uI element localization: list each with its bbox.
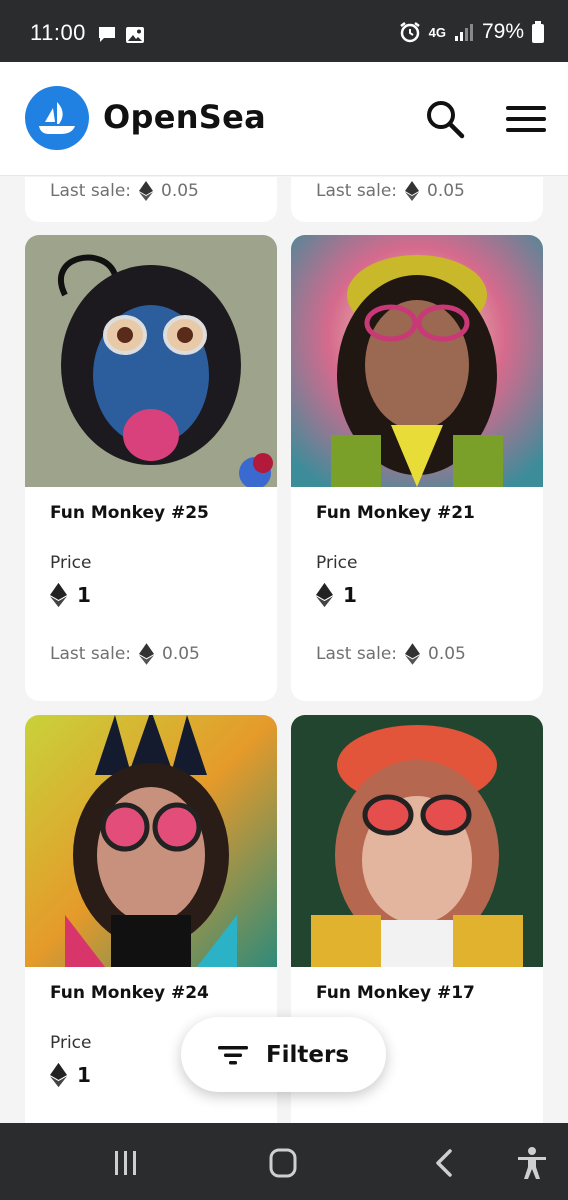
battery-percent: 79%	[481, 20, 524, 43]
eth-icon	[50, 1062, 67, 1088]
last-sale: Last sale: 0.05	[50, 643, 200, 665]
home-icon	[269, 1148, 297, 1178]
recent-apps-icon	[115, 1151, 136, 1175]
back-button[interactable]	[428, 1147, 462, 1179]
nft-image	[291, 715, 543, 967]
nft-title: Fun Monkey #24	[50, 983, 209, 1003]
menu-icon	[506, 106, 546, 132]
back-icon	[436, 1149, 452, 1177]
price-label: Price	[50, 1033, 92, 1053]
nft-card[interactable]: Fun Monkey #25 Price 1 Last sale: 0.05	[25, 235, 277, 701]
opensea-logo-icon[interactable]	[25, 86, 89, 150]
home-button[interactable]	[267, 1147, 301, 1179]
system-nav-bar	[0, 1123, 568, 1200]
price-label: Price	[50, 553, 92, 573]
menu-button[interactable]	[506, 104, 548, 134]
status-time: 11:00	[30, 20, 86, 45]
signal-icon	[454, 24, 473, 41]
brand-name[interactable]: OpenSea	[103, 98, 266, 136]
eth-icon	[139, 181, 153, 201]
nft-card[interactable]: Last sale: 0.05	[291, 177, 543, 222]
search-icon	[427, 101, 465, 139]
nft-title: Fun Monkey #17	[316, 983, 475, 1003]
eth-icon	[405, 181, 419, 201]
nft-image	[25, 715, 277, 967]
network-type: 4G	[428, 24, 446, 40]
last-sale: Last sale: 0.05	[316, 643, 466, 665]
accessibility-button[interactable]	[514, 1145, 550, 1181]
filters-label: Filters	[265, 1041, 350, 1068]
price-value: 1	[316, 582, 357, 608]
nft-title: Fun Monkey #25	[50, 503, 209, 523]
last-sale: Last sale: 0.05	[316, 181, 465, 201]
price-label: Price	[316, 553, 358, 573]
last-sale: Last sale: 0.05	[50, 181, 199, 201]
search-button[interactable]	[422, 96, 468, 142]
status-bar: 11:00 4G 79%	[0, 0, 568, 62]
filter-icon	[217, 1045, 248, 1064]
filters-button[interactable]: Filters	[181, 1017, 386, 1092]
alarm-icon	[399, 22, 420, 43]
battery-icon	[532, 21, 544, 43]
message-icon	[99, 27, 115, 42]
eth-icon	[405, 643, 420, 665]
accessibility-icon	[518, 1147, 546, 1179]
eth-icon	[50, 582, 67, 608]
nft-title: Fun Monkey #21	[316, 503, 475, 523]
eth-icon	[139, 643, 154, 665]
price-value: 1	[50, 1062, 91, 1088]
app-header: OpenSea	[0, 62, 568, 176]
nft-grid: Last sale: 0.05 Last sale: 0.05 Fun Monk…	[0, 177, 568, 1123]
nft-card[interactable]: Last sale: 0.05	[25, 177, 277, 222]
nft-image	[25, 235, 277, 487]
nft-card[interactable]: Fun Monkey #21 Price 1 Last sale: 0.05	[291, 235, 543, 701]
price-value: 1	[50, 582, 91, 608]
recent-apps-button[interactable]	[108, 1147, 142, 1179]
eth-icon	[316, 582, 333, 608]
nft-image	[291, 235, 543, 487]
image-icon	[126, 27, 144, 43]
